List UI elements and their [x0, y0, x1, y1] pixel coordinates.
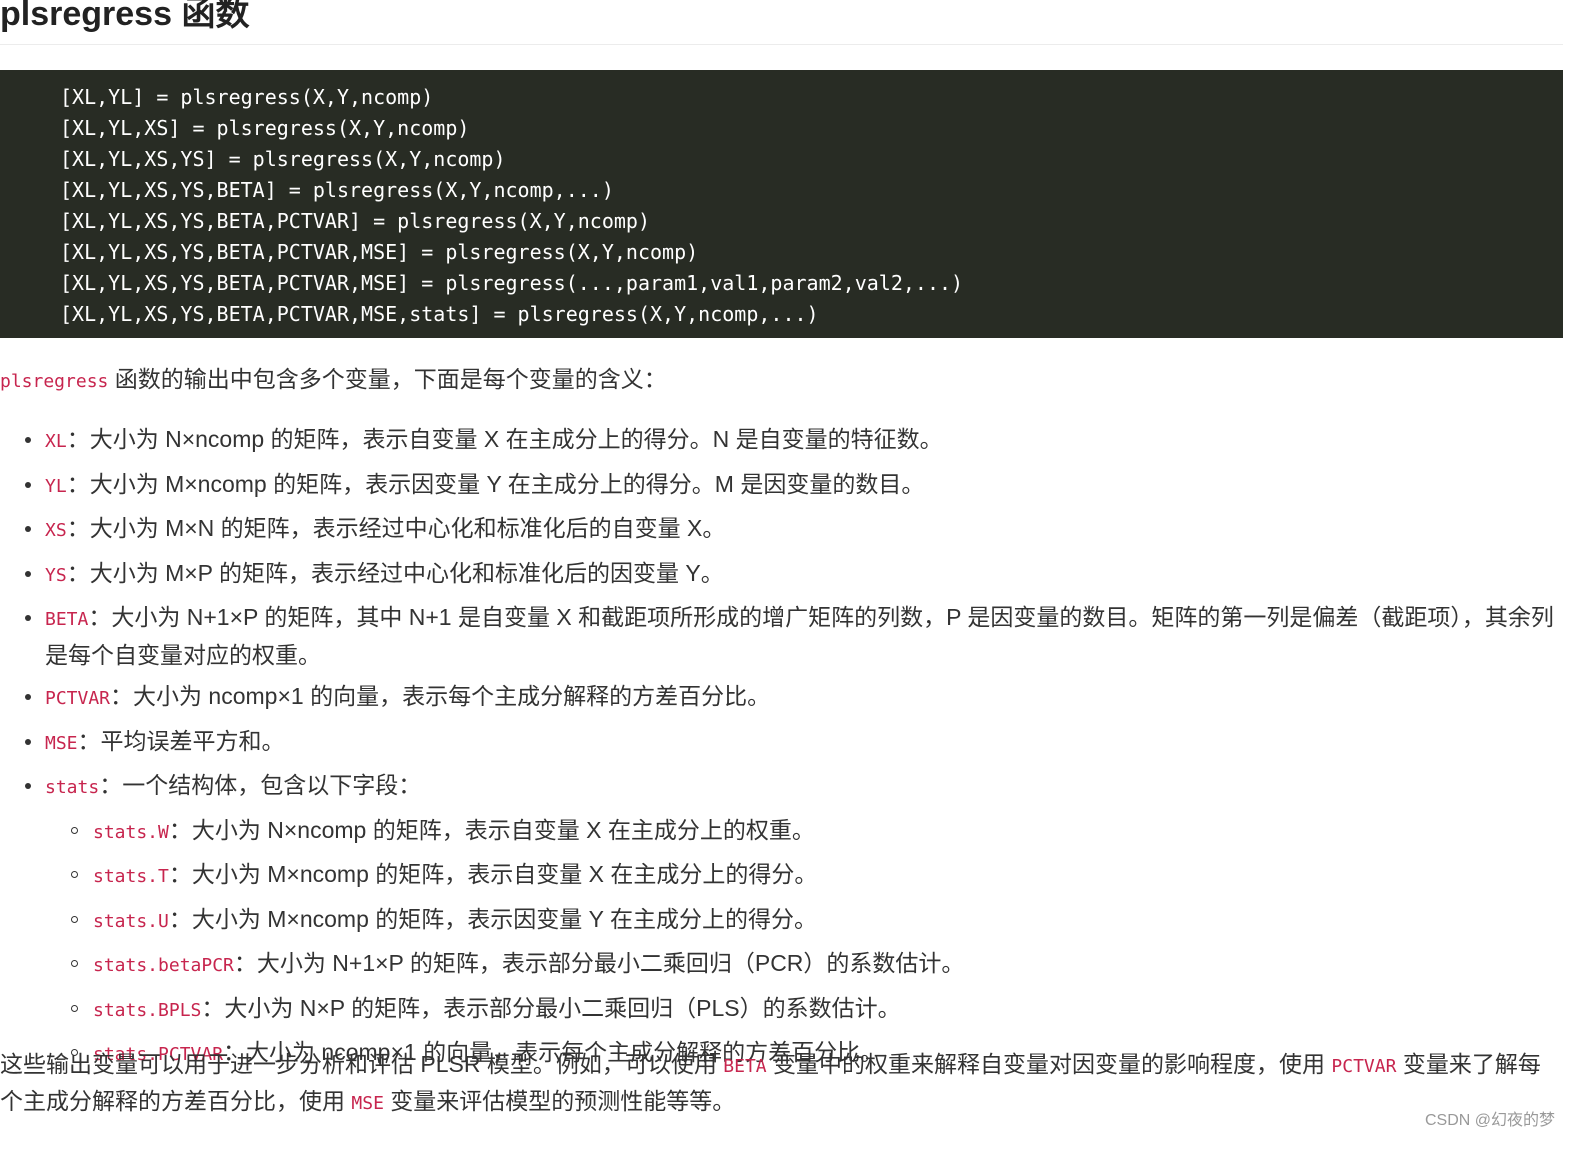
item-desc: ：大小为 N+1×P 的矩阵，其中 N+1 是自变量 X 和截距项所形成的增广矩… — [45, 604, 1554, 668]
sub-list-item: stats.U：大小为 M×ncomp 的矩阵，表示因变量 Y 在主成分上的得分… — [45, 902, 1563, 940]
title-divider — [0, 44, 1563, 45]
stats-field-list: stats.W：大小为 N×ncomp 的矩阵，表示自变量 X 在主成分上的权重… — [45, 813, 1563, 1073]
code-line: [XL,YL] = plsregress(X,Y,ncomp) — [60, 85, 434, 109]
inline-code: stats.U — [93, 910, 169, 932]
output-list: XL：大小为 N×ncomp 的矩阵，表示自变量 X 在主成分上的得分。N 是自… — [0, 422, 1563, 1080]
csdn-watermark: CSDN @幻夜的梦 — [1424, 1112, 1555, 1129]
summary-text: 变量来评估模型的预测性能等等。 — [383, 1088, 736, 1114]
list-item: PCTVAR：大小为 ncomp×1 的向量，表示每个主成分解释的方差百分比。 — [0, 679, 1563, 717]
inline-code: PCTVAR — [45, 688, 111, 709]
code-line: [XL,YL,XS,YS] = plsregress(X,Y,ncomp) — [60, 147, 506, 171]
item-desc: ：大小为 N×ncomp 的矩阵，表示自变量 X 在主成分上的权重。 — [168, 816, 815, 843]
list-item: XL：大小为 N×ncomp 的矩阵，表示自变量 X 在主成分上的得分。N 是自… — [0, 422, 1563, 460]
item-desc: ：一个结构体，包含以下字段： — [99, 772, 422, 798]
code-line: [XL,YL,XS] = plsregress(X,Y,ncomp) — [60, 116, 470, 140]
bullet-icon — [25, 481, 31, 488]
list-item: stats：一个结构体，包含以下字段： stats.W：大小为 N×ncomp … — [0, 768, 1563, 1073]
item-desc: ：大小为 ncomp×1 的向量，表示每个主成分解释的方差百分比。 — [110, 683, 771, 709]
sub-list-item: stats.T：大小为 M×ncomp 的矩阵，表示自变量 X 在主成分上的得分… — [45, 857, 1563, 895]
inline-code: stats.betaPCR — [93, 955, 234, 976]
sub-list-item: stats.betaPCR：大小为 N+1×P 的矩阵，表示部分最小二乘回归（P… — [45, 946, 1563, 984]
bullet-icon — [25, 738, 31, 745]
inline-code: stats.W — [93, 821, 169, 843]
item-desc: ：大小为 M×ncomp 的矩阵，表示自变量 X 在主成分上的得分。 — [168, 861, 818, 887]
item-desc: ：大小为 N+1×P 的矩阵，表示部分最小二乘回归（PCR）的系数估计。 — [233, 950, 965, 976]
item-desc: ：大小为 M×ncomp 的矩阵，表示因变量 Y 在主成分上的得分。M 是因变量… — [66, 470, 925, 497]
inline-code: MSE — [45, 732, 78, 754]
list-item: YL：大小为 M×ncomp 的矩阵，表示因变量 Y 在主成分上的得分。M 是因… — [0, 467, 1563, 505]
item-desc: ：大小为 M×ncomp 的矩阵，表示因变量 Y 在主成分上的得分。 — [168, 905, 817, 932]
circle-bullet-icon — [71, 915, 78, 923]
code-line: [XL,YL,XS,YS,BETA,PCTVAR,MSE,stats] = pl… — [60, 302, 819, 326]
circle-bullet-icon — [71, 1004, 78, 1012]
inline-code: stats.BPLS — [93, 999, 202, 1021]
bullet-icon — [25, 437, 31, 443]
list-item: XS：大小为 M×N 的矩阵，表示经过中心化和标准化后的自变量 X。 — [0, 511, 1563, 549]
list-item: BETA：大小为 N+1×P 的矩阵，其中 N+1 是自变量 X 和截距项所形成… — [0, 600, 1563, 672]
circle-bullet-icon — [71, 826, 78, 834]
intro-paragraph: plsregress 函数的输出中包含多个变量，下面是每个变量的含义： — [0, 362, 1563, 399]
sub-list-item: stats.BPLS：大小为 N×P 的矩阵，表示部分最小二乘回归（PLS）的系… — [45, 991, 1563, 1029]
bullet-icon — [25, 570, 31, 577]
item-desc: ：大小为 N×ncomp 的矩阵，表示自变量 X 在主成分上的得分。N 是自变量… — [66, 426, 943, 452]
item-desc: ：大小为 M×P 的矩阵，表示经过中心化和标准化后的因变量 Y。 — [66, 559, 724, 586]
list-item: MSE：平均误差平方和。 — [0, 724, 1563, 762]
inline-code: stats — [45, 777, 100, 798]
code-line: [XL,YL,XS,YS,BETA,PCTVAR,MSE] = plsregre… — [60, 240, 699, 264]
bullet-icon — [25, 694, 31, 700]
item-desc: ：平均误差平方和。 — [77, 727, 285, 754]
code-line: [XL,YL,XS,YS,BETA,PCTVAR] = plsregress(X… — [60, 209, 651, 233]
circle-bullet-icon — [71, 871, 78, 878]
inline-code: YS — [45, 564, 67, 586]
inline-code: XS — [45, 520, 67, 541]
inline-code: YL — [45, 475, 67, 497]
item-desc: ：大小为 N×P 的矩阵，表示部分最小二乘回归（PLS）的系数估计。 — [201, 994, 901, 1021]
page-title: plsregress 函数 — [0, 0, 250, 33]
bullet-icon — [25, 526, 31, 532]
inline-code: PCTVAR — [1331, 1056, 1397, 1077]
inline-code: stats.T — [93, 866, 169, 887]
bullet-icon — [25, 615, 31, 621]
code-line: [XL,YL,XS,YS,BETA] = plsregress(X,Y,ncom… — [60, 178, 614, 202]
circle-bullet-icon — [71, 960, 78, 967]
bullet-icon — [25, 783, 31, 789]
code-block: [XL,YL] = plsregress(X,Y,ncomp) [XL,YL,XS… — [0, 70, 1563, 338]
inline-code: BETA — [723, 1056, 767, 1077]
article-page: plsregress 函数 [XL,YL] = plsregress(X,Y,n… — [0, 0, 1593, 1153]
intro-text: 函数的输出中包含多个变量，下面是每个变量的含义： — [108, 366, 667, 392]
summary-paragraph: 这些输出变量可以用于进一步分析和评估 PLSR 模型。例如，可以使用 BETA … — [0, 1047, 1563, 1121]
list-item: YS：大小为 M×P 的矩阵，表示经过中心化和标准化后的因变量 Y。 — [0, 556, 1563, 594]
inline-code: plsregress — [0, 371, 109, 392]
inline-code: BETA — [45, 609, 89, 630]
item-desc: ：大小为 M×N 的矩阵，表示经过中心化和标准化后的自变量 X。 — [66, 515, 726, 541]
code-line: [XL,YL,XS,YS,BETA,PCTVAR,MSE] = plsregre… — [60, 271, 964, 295]
inline-code: MSE — [351, 1093, 384, 1114]
sub-list-item: stats.W：大小为 N×ncomp 的矩阵，表示自变量 X 在主成分上的权重… — [45, 813, 1563, 851]
summary-text: 变量中的权重来解释自变量对因变量的影响程度，使用 — [766, 1051, 1332, 1077]
inline-code: XL — [45, 431, 67, 452]
summary-text: 这些输出变量可以用于进一步分析和评估 PLSR 模型。例如，可以使用 — [0, 1051, 724, 1077]
